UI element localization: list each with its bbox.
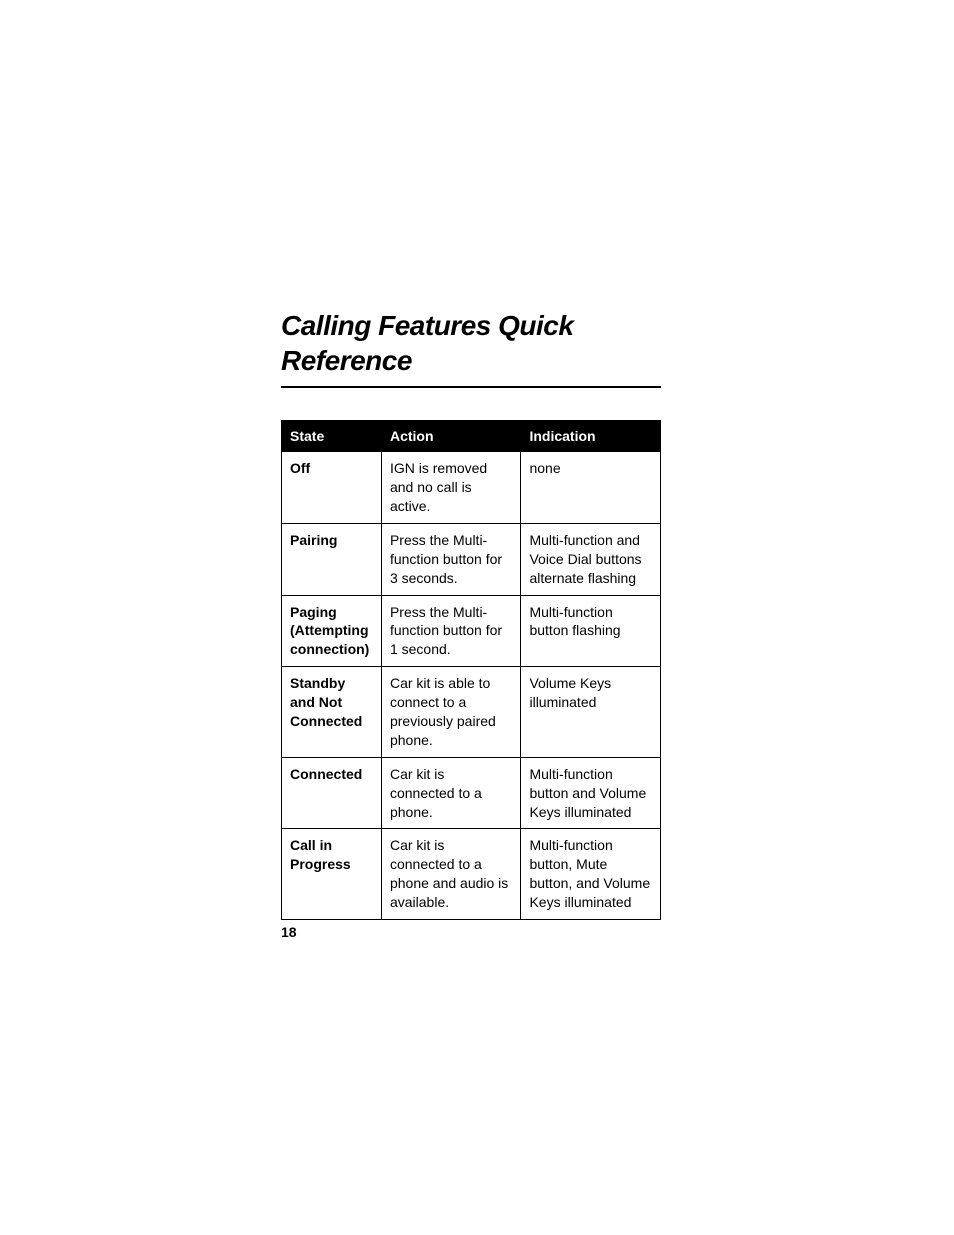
cell-indication: Multi-function button, Mute button, and … — [521, 829, 661, 920]
table-row: Connected Car kit is connected to a phon… — [282, 757, 661, 829]
cell-action: IGN is removed and no call is active. — [381, 452, 521, 524]
cell-indication: none — [521, 452, 661, 524]
cell-indication: Multi-function button and Volume Keys il… — [521, 757, 661, 829]
cell-indication: Volume Keys illuminated — [521, 667, 661, 758]
cell-state: Off — [282, 452, 382, 524]
reference-table: State Action Indication Off IGN is remov… — [281, 420, 661, 920]
table-row: Standby and Not Connected Car kit is abl… — [282, 667, 661, 758]
header-action: Action — [381, 421, 521, 452]
cell-state: Connected — [282, 757, 382, 829]
cell-indication: Multi-function and Voice Dial buttons al… — [521, 523, 661, 595]
page-number: 18 — [281, 924, 297, 940]
table-row: Call in Progress Car kit is connected to… — [282, 829, 661, 920]
cell-action: Car kit is connected to a phone. — [381, 757, 521, 829]
header-indication: Indication — [521, 421, 661, 452]
cell-action: Press the Multi-function button for 3 se… — [381, 523, 521, 595]
table-row: Off IGN is removed and no call is active… — [282, 452, 661, 524]
cell-state: Pairing — [282, 523, 382, 595]
cell-indication: Multi-function button flashing — [521, 595, 661, 667]
page-content: Calling Features Quick Reference State A… — [281, 308, 681, 920]
cell-action: Car kit is connected to a phone and audi… — [381, 829, 521, 920]
cell-state: Paging (Attempting connection) — [282, 595, 382, 667]
title-underline — [281, 386, 661, 388]
header-state: State — [282, 421, 382, 452]
cell-action: Car kit is able to connect to a previous… — [381, 667, 521, 758]
table-row: Pairing Press the Multi-function button … — [282, 523, 661, 595]
table-header-row: State Action Indication — [282, 421, 661, 452]
page-title: Calling Features Quick Reference — [281, 308, 681, 378]
cell-state: Standby and Not Connected — [282, 667, 382, 758]
table-row: Paging (Attempting connection) Press the… — [282, 595, 661, 667]
cell-action: Press the Multi-function button for 1 se… — [381, 595, 521, 667]
cell-state: Call in Progress — [282, 829, 382, 920]
